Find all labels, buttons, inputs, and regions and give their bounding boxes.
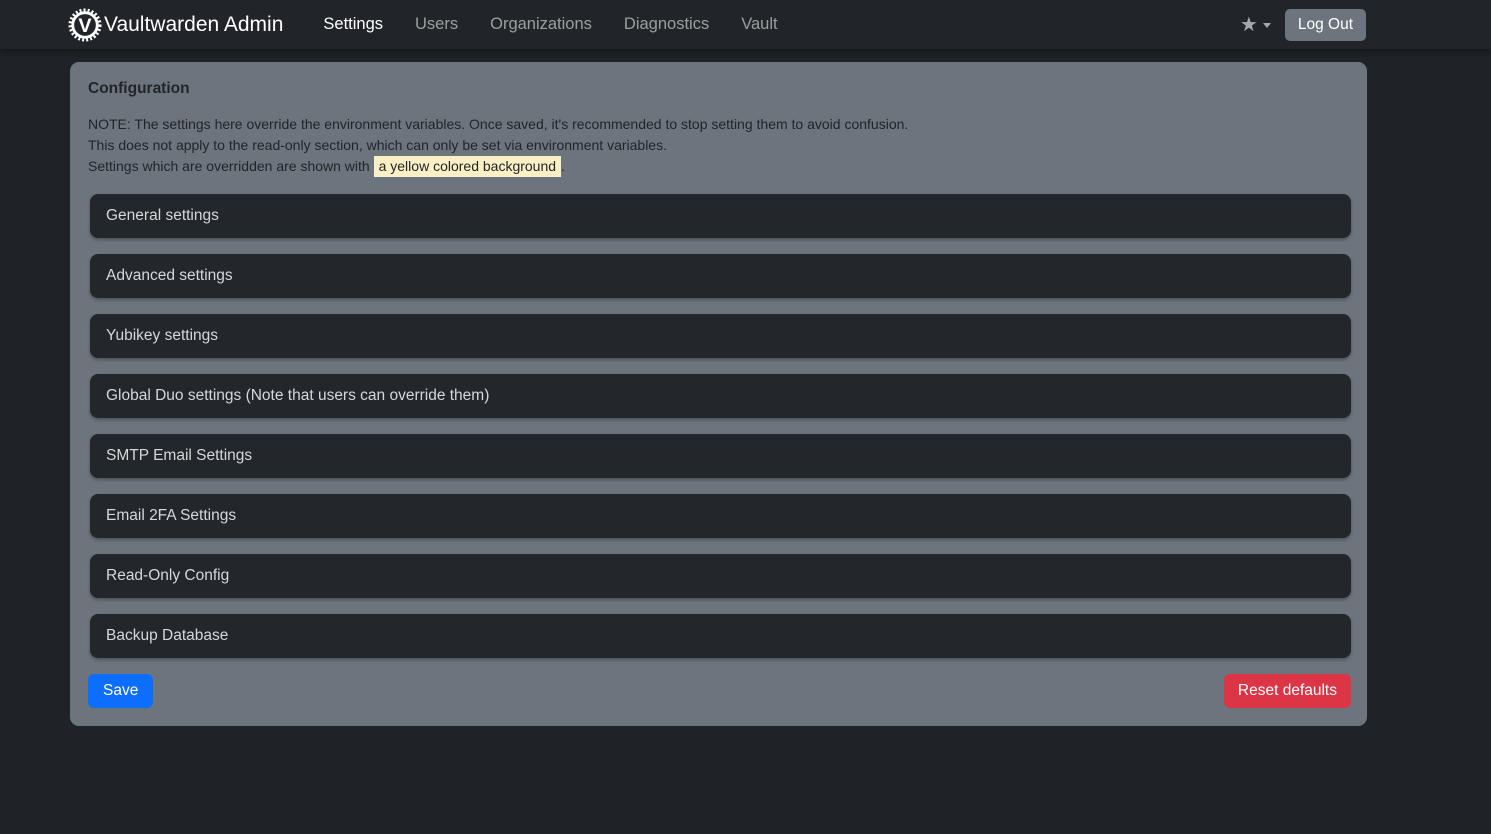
note-line-3: Settings which are overridden are shown … <box>88 156 1348 177</box>
nav-link[interactable]: Settings <box>307 7 399 42</box>
nav-links: SettingsUsersOrganizationsDiagnosticsVau… <box>307 7 793 42</box>
chevron-down-icon <box>1263 23 1271 28</box>
card-title: Configuration <box>88 80 1348 98</box>
save-button[interactable]: Save <box>88 674 153 708</box>
accordion-section-button[interactable]: Global Duo settings (Note that users can… <box>90 374 1351 418</box>
top-navbar: V Vaultwarden Admin SettingsUsersOrganiz… <box>0 0 1491 49</box>
card-actions: Save Reset defaults <box>88 674 1351 708</box>
configuration-card: Configuration NOTE: The settings here ov… <box>70 62 1367 726</box>
reset-defaults-button[interactable]: Reset defaults <box>1224 674 1351 708</box>
accordion-section-button[interactable]: SMTP Email Settings <box>90 434 1351 478</box>
note-line-1: NOTE: The settings here override the env… <box>88 114 1348 135</box>
nav-link[interactable]: Diagnostics <box>608 7 725 42</box>
nav-link[interactable]: Organizations <box>474 7 608 42</box>
yellow-highlight: a yellow colored background <box>374 156 561 177</box>
vaultwarden-gear-logo-icon: V <box>68 8 102 42</box>
theme-dropdown[interactable]: ★ <box>1240 15 1271 35</box>
svg-text:V: V <box>78 15 92 37</box>
accordion-section-button[interactable]: Backup Database <box>90 614 1351 658</box>
accordion-section-button[interactable]: General settings <box>90 194 1351 238</box>
star-icon: ★ <box>1240 15 1258 35</box>
accordion-section-button[interactable]: Email 2FA Settings <box>90 494 1351 538</box>
accordion-section-button[interactable]: Read-Only Config <box>90 554 1351 598</box>
note-line-2: This does not apply to the read-only sec… <box>88 135 1348 156</box>
brand[interactable]: V Vaultwarden Admin <box>68 8 283 42</box>
logout-button[interactable]: Log Out <box>1285 9 1366 41</box>
nav-link[interactable]: Vault <box>725 7 793 42</box>
accordion-section-button[interactable]: Advanced settings <box>90 254 1351 298</box>
settings-accordion: General settings Advanced settings Yubikey… <box>88 194 1348 658</box>
brand-title: Vaultwarden Admin <box>104 13 283 37</box>
note-text: NOTE: The settings here override the env… <box>88 114 1348 177</box>
nav-link[interactable]: Users <box>399 7 474 42</box>
accordion-section-button[interactable]: Yubikey settings <box>90 314 1351 358</box>
